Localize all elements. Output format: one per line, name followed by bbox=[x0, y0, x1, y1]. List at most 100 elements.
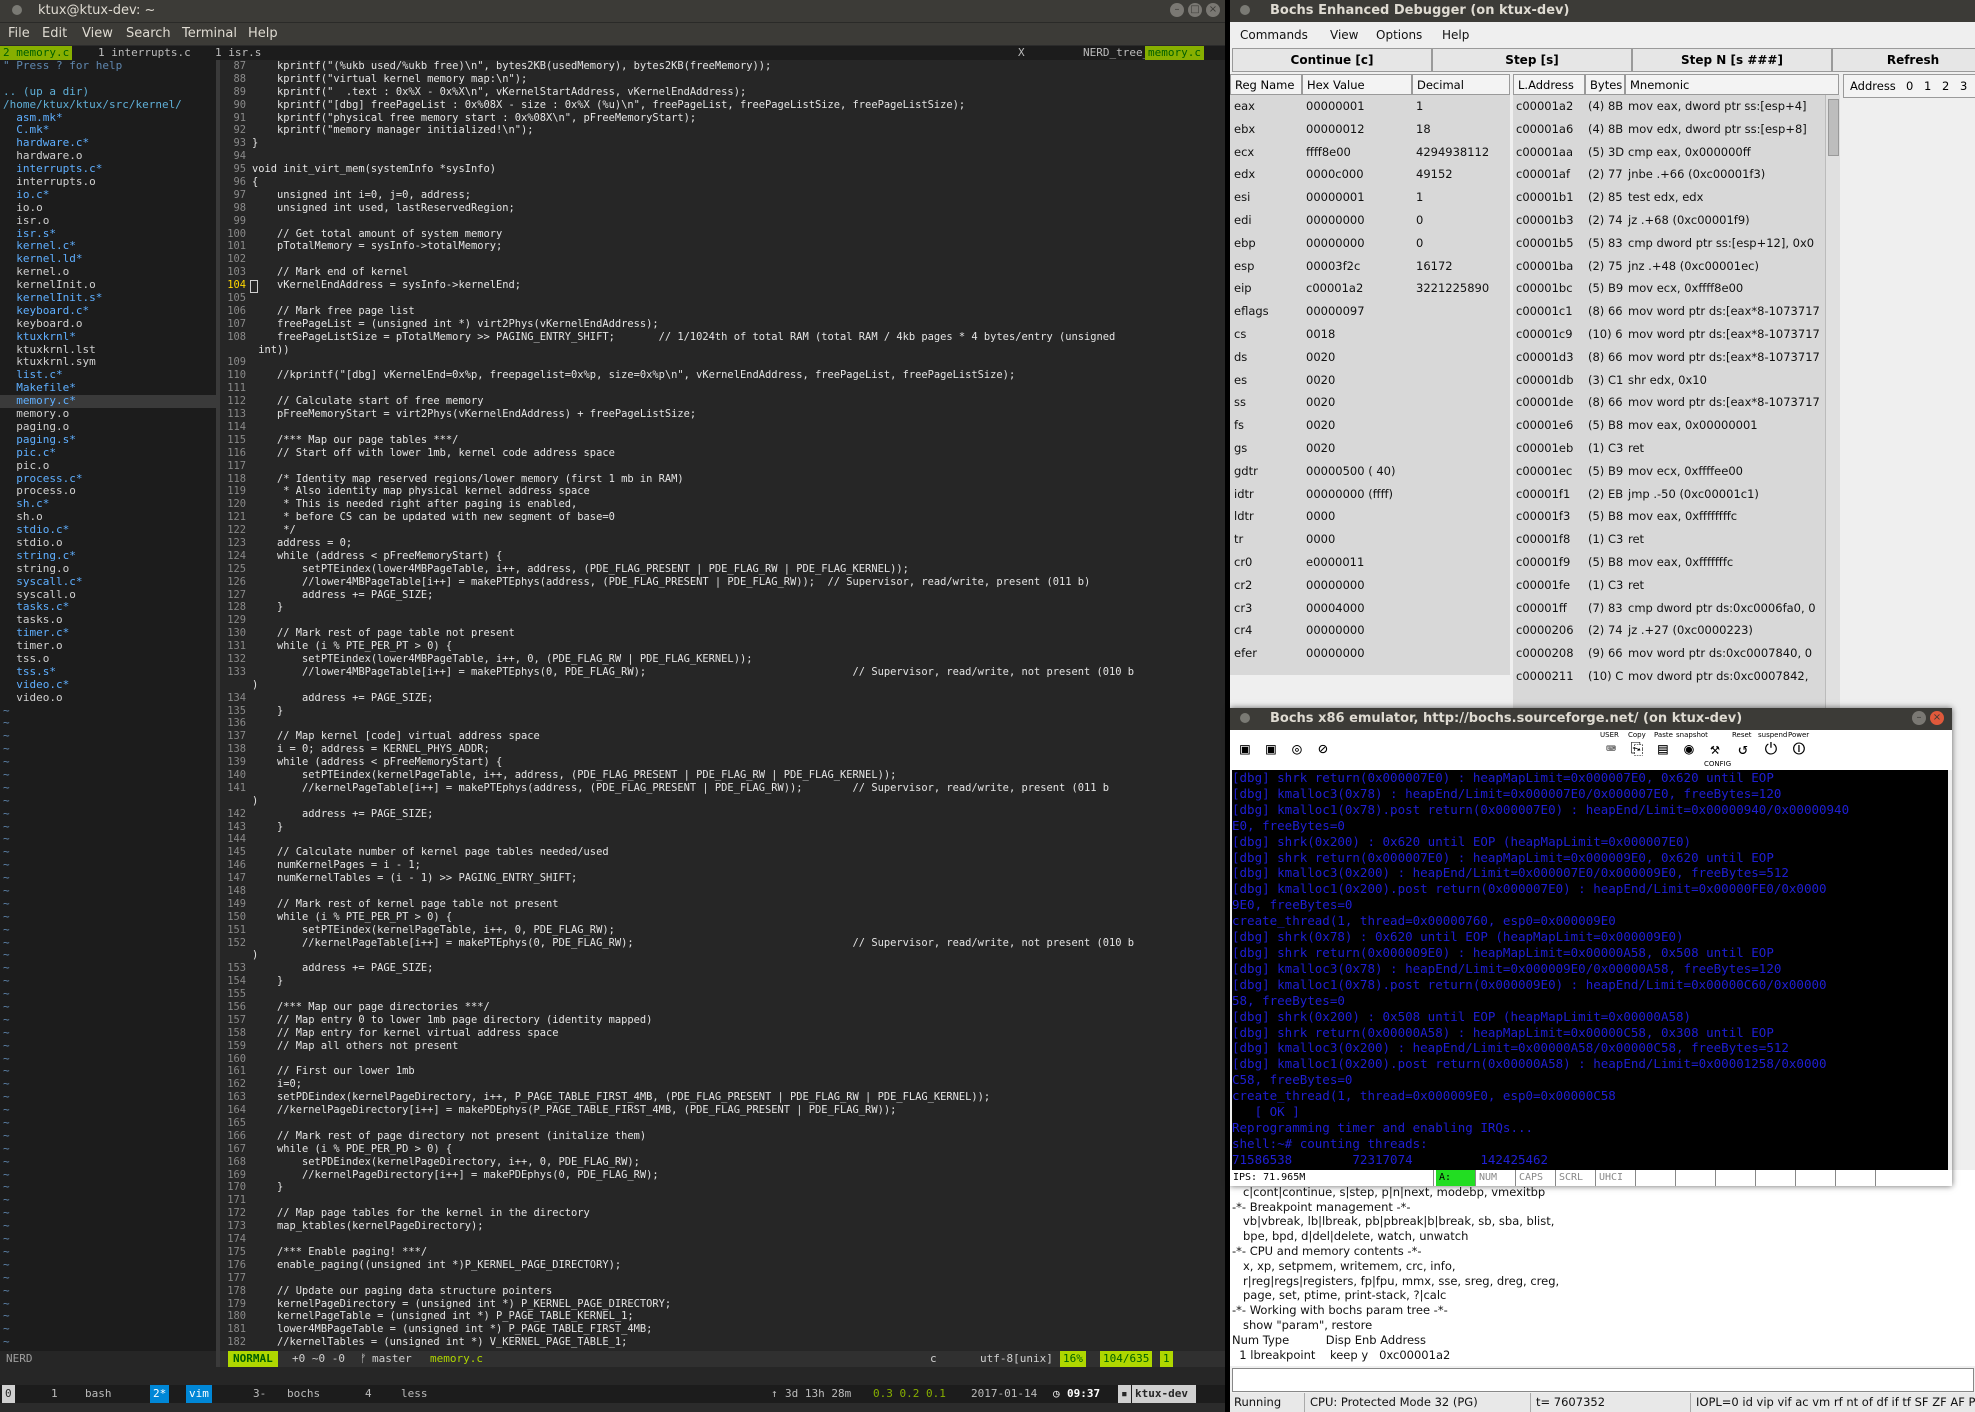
code-line[interactable]: 180 kernelPageTable = (unsigned int *) P… bbox=[220, 1310, 1225, 1323]
nerdtree-entry[interactable]: " Press ? for help bbox=[0, 60, 216, 73]
tmux-window-4-name[interactable]: less bbox=[398, 1385, 431, 1403]
code-line[interactable]: 164 //kernelPageDirectory[i++] = makePDE… bbox=[220, 1104, 1225, 1117]
code-line[interactable]: 176 enable_paging((unsigned int *)P_KERN… bbox=[220, 1259, 1225, 1272]
code-line[interactable]: 147 numKernelTables = (i - 1) >> PAGING_… bbox=[220, 872, 1225, 885]
scrollbar-thumb[interactable] bbox=[1828, 99, 1839, 156]
nerdtree-entry[interactable]: string.c* bbox=[0, 549, 216, 563]
disasm-row[interactable]: c00001ff (7) 83 cmp dword ptr ds:0xc0006fa… bbox=[1513, 597, 1825, 620]
disasm-row[interactable]: c0000211 (10) C mov dword ptr ds:0xc000784… bbox=[1513, 665, 1825, 688]
code-line[interactable]: 129 bbox=[220, 614, 1225, 627]
menu-view[interactable]: View bbox=[1330, 28, 1358, 42]
tmux-window-2-name[interactable]: vim bbox=[186, 1385, 212, 1403]
disasm-row[interactable]: c00001f8 (1) C3 ret bbox=[1513, 528, 1825, 551]
code-line[interactable]: 96 { bbox=[220, 176, 1225, 189]
code-line[interactable]: 154 } bbox=[220, 975, 1225, 988]
code-line[interactable]: 144 bbox=[220, 833, 1225, 846]
code-line[interactable]: 170 } bbox=[220, 1181, 1225, 1194]
register-row[interactable]: fs 0020 bbox=[1230, 414, 1510, 437]
code-line[interactable]: 106 // Mark free page list bbox=[220, 305, 1225, 318]
code-line[interactable]: 122 */ bbox=[220, 524, 1225, 537]
tmux-window-3-num[interactable]: 3- bbox=[250, 1385, 269, 1403]
code-line[interactable]: 104 vKernelEndAddress = sysInfo->kernelE… bbox=[220, 279, 1225, 294]
register-row[interactable]: ebx 00000012 18 bbox=[1230, 118, 1510, 141]
code-line[interactable]: 175 /*** Enable paging! ***/ bbox=[220, 1246, 1225, 1259]
code-line[interactable]: 167 while (i % PDE_PER_PD > 0) { bbox=[220, 1143, 1225, 1156]
disasm-row[interactable]: c00001c1 (8) 66 mov word ptr ds:[eax*8-107… bbox=[1513, 300, 1825, 323]
register-row[interactable]: eip c00001a2 3221225890 bbox=[1230, 277, 1510, 300]
menu-search[interactable]: Search bbox=[126, 26, 171, 41]
maximize-icon[interactable]: □ bbox=[1188, 3, 1202, 17]
code-line[interactable]: 135 } bbox=[220, 705, 1225, 718]
disasm-row[interactable]: c00001e6 (5) B8 mov eax, 0x00000001 bbox=[1513, 414, 1825, 437]
code-line[interactable]: 149 // Mark rest of kernel page table no… bbox=[220, 898, 1225, 911]
code-line[interactable]: 157 // Map entry 0 to lower 1mb page dir… bbox=[220, 1014, 1225, 1027]
window-menu-icon[interactable] bbox=[1240, 713, 1250, 723]
code-line[interactable]: int)) bbox=[220, 344, 1225, 357]
suspend-icon[interactable]: ⏻ bbox=[1758, 736, 1784, 762]
code-line[interactable]: 131 while (i % PTE_PER_PT > 0) { bbox=[220, 640, 1225, 653]
code-line[interactable]: 171 bbox=[220, 1194, 1225, 1207]
register-list[interactable]: eax 00000001 1 ebx 00000012 18 ecx ffff8e00 4294… bbox=[1230, 95, 1510, 675]
code-line[interactable]: 94 bbox=[220, 150, 1225, 163]
menu-edit[interactable]: Edit bbox=[42, 26, 67, 41]
code-line[interactable]: 119 * Also identity map physical kernel … bbox=[220, 485, 1225, 498]
window-menu-icon[interactable] bbox=[12, 5, 22, 15]
code-line[interactable]: 89 kprintf(" .text : 0x%X - 0x%X\n", vKe… bbox=[220, 86, 1225, 99]
menu-options[interactable]: Options bbox=[1376, 28, 1422, 42]
disasm-row[interactable]: c00001f1 (2) EB jmp .-50 (0xc00001c1) bbox=[1513, 483, 1825, 506]
code-line[interactable]: 158 // Map entry for kernel virtual addr… bbox=[220, 1027, 1225, 1040]
nerdtree-entry[interactable]: keyboard.c* bbox=[0, 304, 216, 318]
disasm-row[interactable]: c00001aa (5) 3D cmp eax, 0x000000ff bbox=[1513, 141, 1825, 164]
nerdtree-entry[interactable]: pic.o bbox=[0, 459, 216, 473]
nerdtree-entry[interactable]: keyboard.o bbox=[0, 317, 216, 331]
code-line[interactable]: ) bbox=[220, 795, 1225, 808]
code-line[interactable]: 142 address += PAGE_SIZE; bbox=[220, 808, 1225, 821]
code-line[interactable]: 160 bbox=[220, 1053, 1225, 1066]
code-line[interactable]: 126 //lower4MBPageTable[i++] = makePTEph… bbox=[220, 576, 1225, 589]
menu-commands[interactable]: Commands bbox=[1240, 28, 1308, 42]
reset-icon[interactable]: ↺ bbox=[1730, 736, 1756, 762]
nerdtree-entry[interactable]: .. (up a dir) bbox=[0, 85, 216, 99]
mem-address-header[interactable]: Address bbox=[1850, 79, 1896, 93]
code-line[interactable]: 173 map_ktables(kernelPageDirectory); bbox=[220, 1220, 1225, 1233]
register-row[interactable]: edi 00000000 0 bbox=[1230, 209, 1510, 232]
disassembly-scrollbar[interactable] bbox=[1825, 95, 1840, 715]
code-line[interactable]: 109 bbox=[220, 356, 1225, 369]
code-line[interactable]: 161 // First our lower 1mb bbox=[220, 1065, 1225, 1078]
reg-name-header[interactable]: Reg Name bbox=[1230, 74, 1302, 95]
code-line[interactable]: 177 bbox=[220, 1272, 1225, 1285]
code-line[interactable]: 152 //kernelPageTable[i++] = makePTEphys… bbox=[220, 937, 1225, 950]
disasm-row[interactable]: c00001af (2) 77 jnbe .+66 (0xc00001f3) bbox=[1513, 163, 1825, 186]
code-line[interactable]: 165 bbox=[220, 1117, 1225, 1130]
nerdtree-entry[interactable] bbox=[0, 73, 216, 86]
register-row[interactable]: tr 0000 bbox=[1230, 528, 1510, 551]
nerdtree-entry[interactable]: paging.s* bbox=[0, 433, 216, 447]
register-row[interactable]: esi 00000001 1 bbox=[1230, 186, 1510, 209]
nerdtree-entry[interactable]: syscall.c* bbox=[0, 575, 216, 589]
disasm-row[interactable]: c00001eb (1) C3 ret bbox=[1513, 437, 1825, 460]
nerdtree-entry[interactable]: ktuxkrnl* bbox=[0, 330, 216, 344]
code-line[interactable]: 101 pTotalMemory = sysInfo->totalMemory; bbox=[220, 240, 1225, 253]
code-line[interactable]: ) bbox=[220, 949, 1225, 962]
code-line[interactable]: 121 * before CS can be updated with new … bbox=[220, 511, 1225, 524]
register-row[interactable]: ebp 00000000 0 bbox=[1230, 232, 1510, 255]
code-line[interactable]: 111 bbox=[220, 382, 1225, 395]
code-line[interactable]: 159 // Map all others not present bbox=[220, 1040, 1225, 1053]
menu-help[interactable]: Help bbox=[1442, 28, 1469, 42]
code-line[interactable]: 93} bbox=[220, 137, 1225, 150]
code-line[interactable]: 99 bbox=[220, 215, 1225, 228]
register-row[interactable]: idtr 00000000 (ffff) bbox=[1230, 483, 1510, 506]
register-row[interactable]: ldtr 0000 bbox=[1230, 505, 1510, 528]
code-line[interactable]: 143 } bbox=[220, 821, 1225, 834]
code-line[interactable]: 108 freePageListSize = pTotalMemory >> P… bbox=[220, 331, 1225, 344]
mouse-icon[interactable]: ⊘ bbox=[1310, 736, 1336, 762]
code-line[interactable]: 117 bbox=[220, 460, 1225, 473]
register-row[interactable]: gdtr 00000500 ( 40) bbox=[1230, 460, 1510, 483]
code-line[interactable]: 87 kprintf("(%ukb used/%ukb free)\n", by… bbox=[220, 60, 1225, 73]
menu-file[interactable]: File bbox=[8, 26, 30, 41]
tmux-window-4-num[interactable]: 4 bbox=[362, 1385, 375, 1403]
nerdtree-entry[interactable]: video.c* bbox=[0, 678, 216, 692]
minimize-icon[interactable]: – bbox=[1170, 3, 1184, 17]
decimal-header[interactable]: Decimal bbox=[1412, 74, 1510, 95]
vim-tab-close[interactable]: X bbox=[1015, 46, 1028, 60]
